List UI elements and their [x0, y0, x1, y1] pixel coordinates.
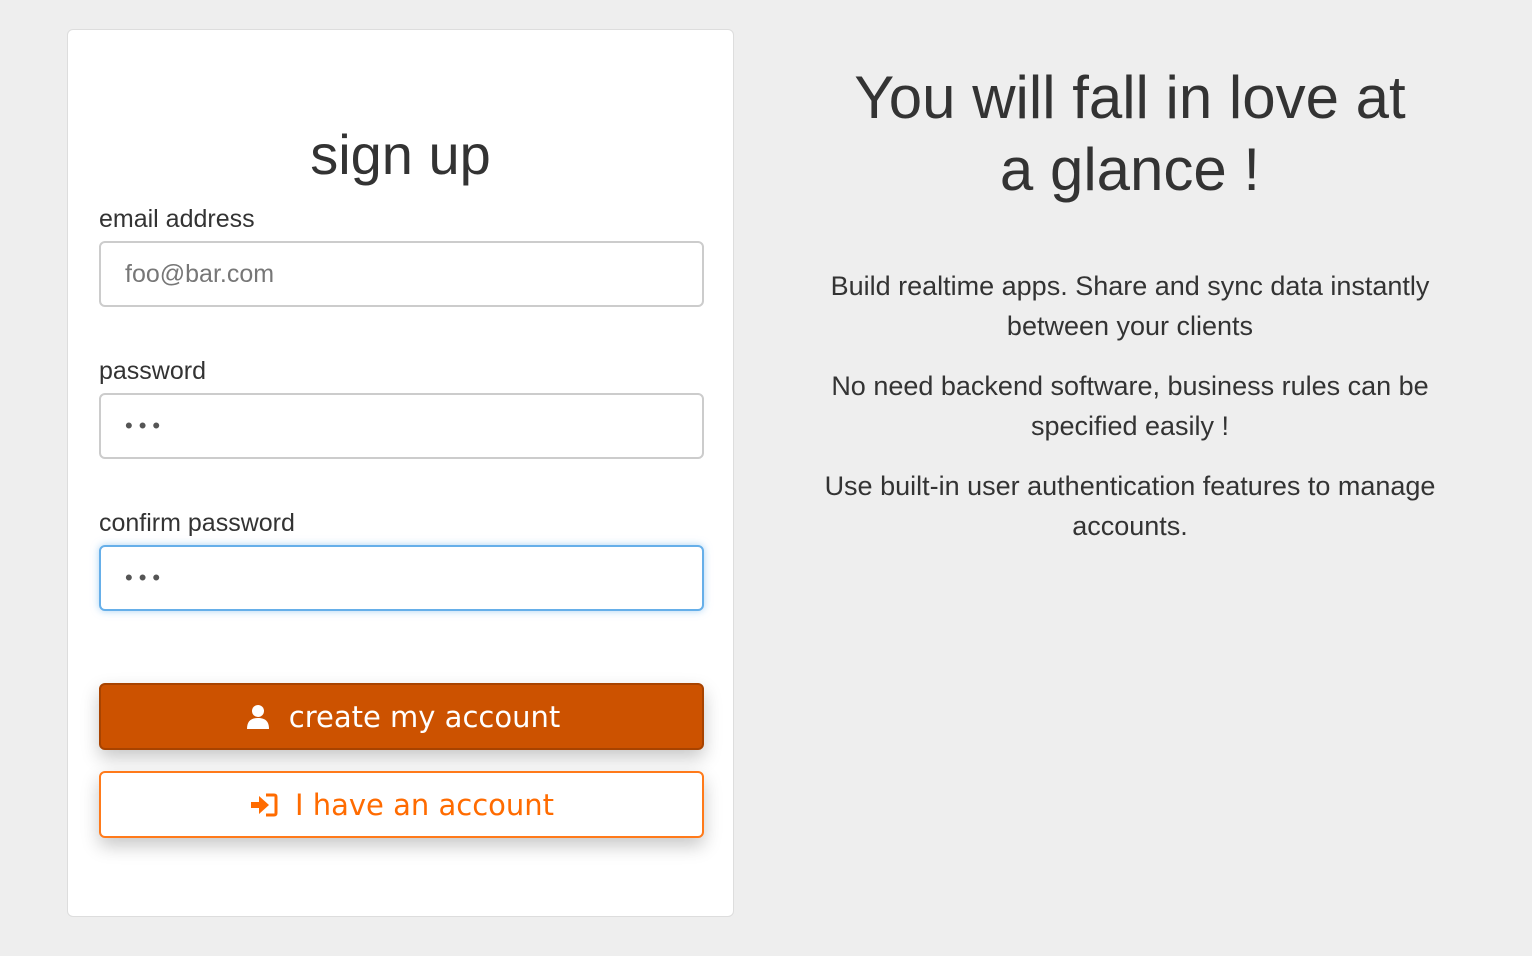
signup-title: sign up: [310, 123, 491, 186]
confirm-password-field[interactable]: [99, 545, 704, 611]
promo-section: You will fall in love at a glance ! Buil…: [770, 62, 1490, 546]
promo-headline: You will fall in love at a glance !: [854, 64, 1406, 203]
password-field[interactable]: [99, 393, 704, 459]
sign-in-icon: [249, 790, 279, 820]
page: sign up email address password confirm p…: [0, 0, 1532, 956]
email-label: email address: [99, 205, 255, 233]
email-field[interactable]: [99, 241, 704, 307]
create-account-button[interactable]: create my account: [99, 683, 704, 750]
user-icon: [243, 702, 273, 732]
create-account-label: create my account: [288, 699, 561, 734]
promo-paragraph: Build realtime apps. Share and sync data…: [830, 271, 1430, 341]
have-account-button[interactable]: I have an account: [99, 771, 704, 838]
password-label: password: [99, 357, 206, 385]
signup-card: sign up email address password confirm p…: [67, 29, 734, 917]
promo-paragraph: Use built-in user authentication feature…: [824, 471, 1436, 541]
have-account-label: I have an account: [294, 787, 555, 822]
confirm-password-label: confirm password: [99, 509, 295, 537]
promo-paragraph: No need backend software, business rules…: [831, 371, 1429, 441]
